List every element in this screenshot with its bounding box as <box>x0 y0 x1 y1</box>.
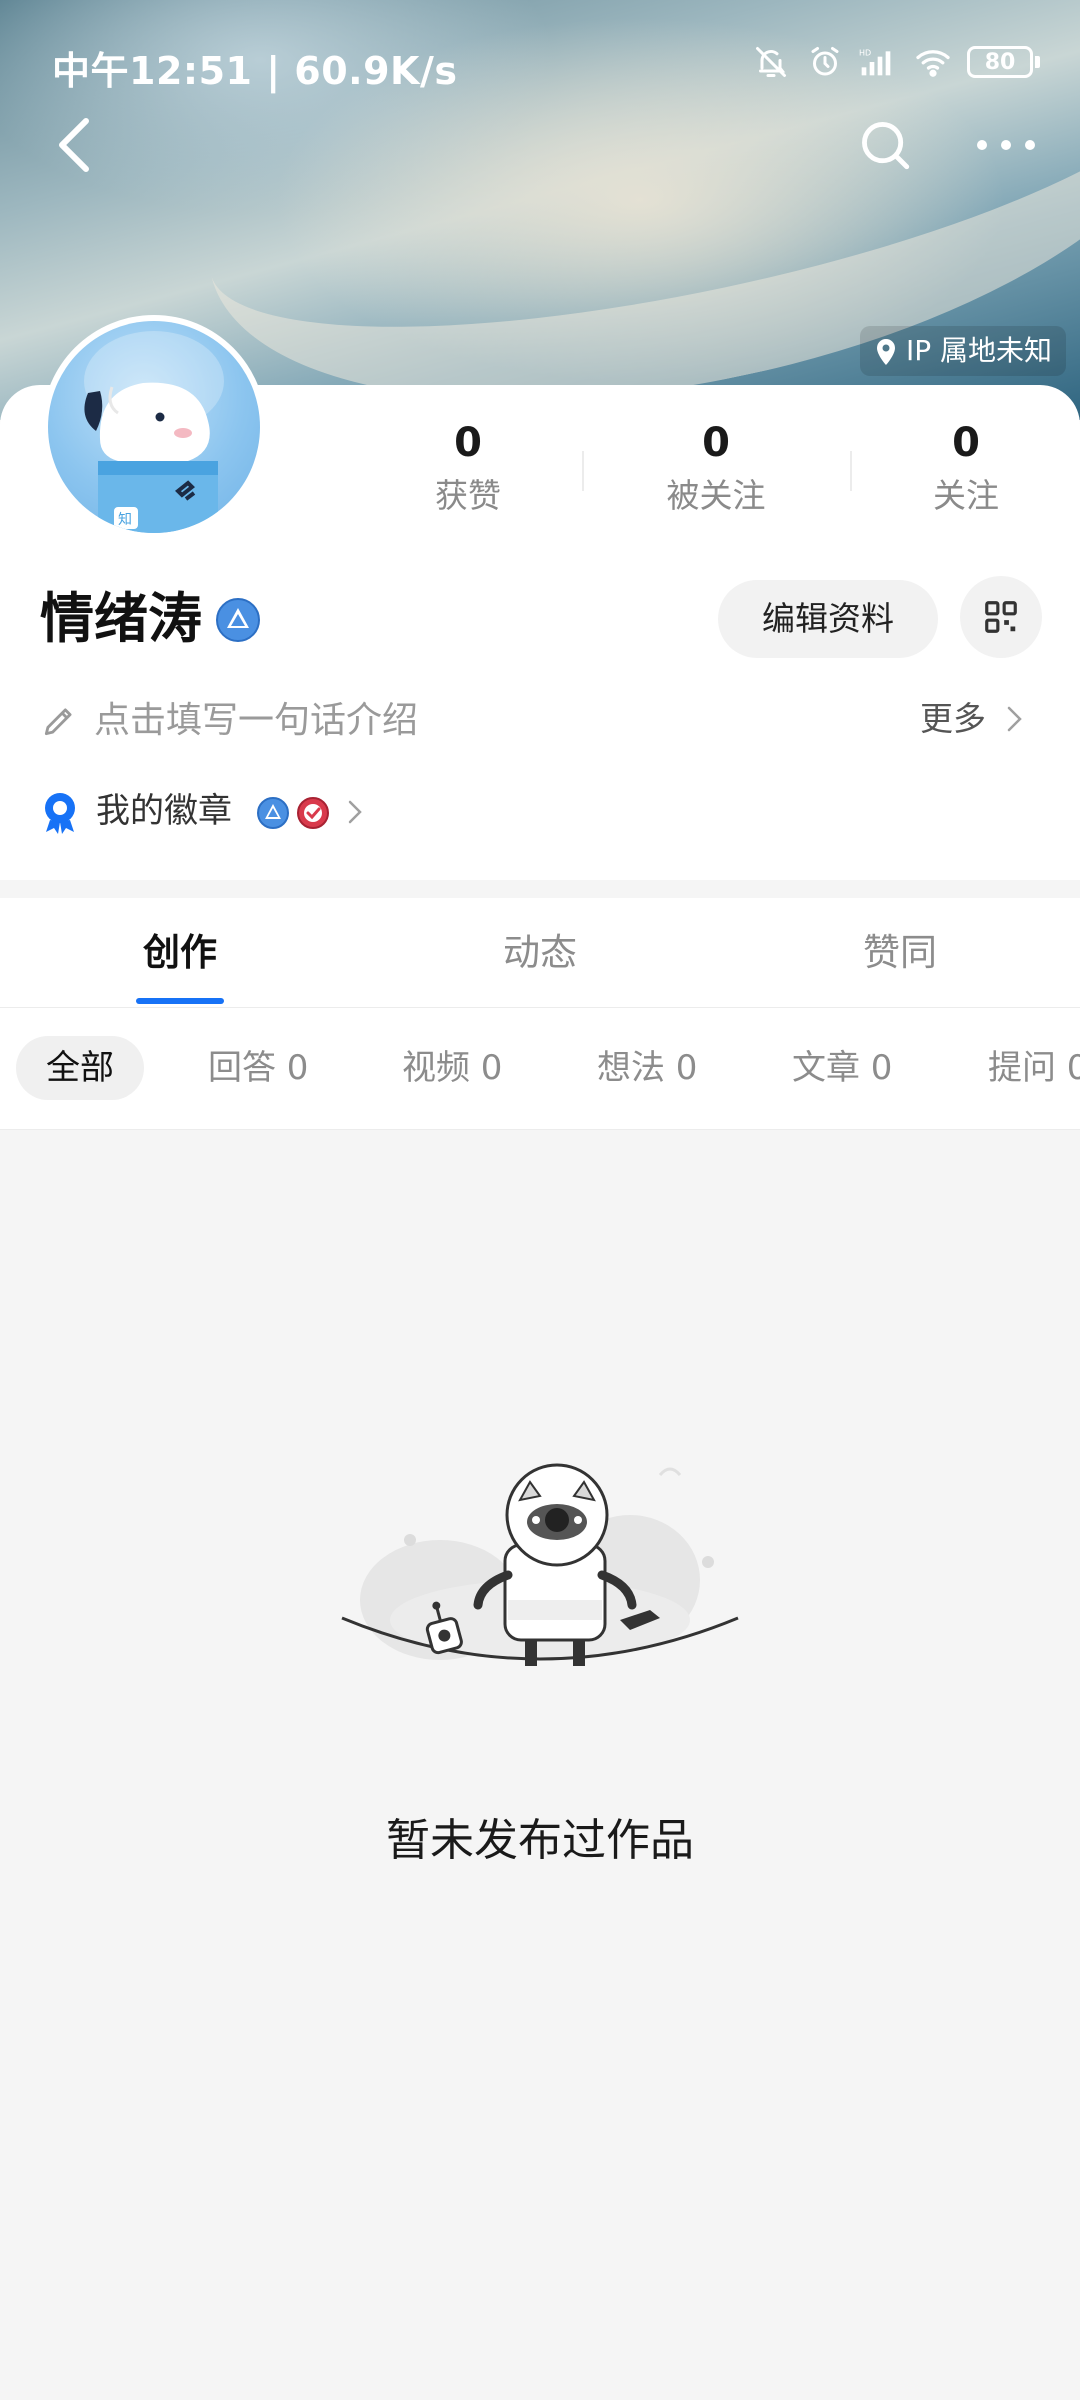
my-badges-label: 我的徽章 <box>96 791 232 831</box>
status-icons: HD 80 <box>751 42 1040 82</box>
badge-ribbon-icon <box>45 793 75 834</box>
pencil-icon <box>44 708 72 736</box>
verified-badge-icon <box>297 797 329 829</box>
stat-divider <box>850 451 852 491</box>
avatar-image: 知 <box>48 321 260 533</box>
battery-indicator: 80 <box>967 46 1040 78</box>
stat-followers-count: 0 <box>702 420 730 466</box>
status-bar: 中午12:51 | 60.9K/s HD 80 <box>0 36 1080 93</box>
stat-divider <box>582 451 584 491</box>
search-icon <box>862 122 910 170</box>
svg-text:HD: HD <box>859 48 871 57</box>
level-badge-icon[interactable] <box>214 596 262 644</box>
my-badges-row[interactable]: 我的徽章 <box>40 780 440 842</box>
chevron-right-icon <box>1007 706 1022 732</box>
filter-all[interactable]: 全部 <box>16 1036 144 1100</box>
filter-chips: 全部 回答 0 视频 0 想法 0 文章 0 提问 0 <box>0 1008 1080 1130</box>
tab-activity[interactable]: 动态 <box>360 898 720 1008</box>
ip-location-text: IP 属地未知 <box>905 334 1052 367</box>
more-info-link[interactable]: 更多 <box>920 688 986 750</box>
stat-likes[interactable]: 0 获赞 <box>368 415 568 521</box>
profile-stats: 0 获赞 0 被关注 0 关注 <box>340 415 1080 535</box>
filter-articles[interactable]: 文章 0 <box>792 1036 892 1100</box>
level-badge-icon <box>257 797 289 829</box>
more-dots-icon <box>977 140 1035 150</box>
stat-followers[interactable]: 0 被关注 <box>616 415 816 521</box>
battery-level: 80 <box>967 46 1033 78</box>
filter-videos[interactable]: 视频 0 <box>402 1036 502 1100</box>
wifi-icon <box>913 42 953 82</box>
empty-state-illustration <box>330 1450 750 1680</box>
filter-answers[interactable]: 回答 0 <box>208 1036 308 1100</box>
status-time: 中午12:51 | 60.9K/s <box>52 49 458 93</box>
tab-creations[interactable]: 创作 <box>0 898 360 1008</box>
chevron-left-icon <box>59 118 89 172</box>
tab-upvotes[interactable]: 赞同 <box>720 898 1080 1008</box>
location-pin-icon <box>876 339 895 365</box>
alarm-icon <box>805 42 845 82</box>
empty-state-message: 暂未发布过作品 <box>386 1815 694 1866</box>
active-tab-indicator <box>136 998 224 1004</box>
stat-likes-count: 0 <box>454 420 482 466</box>
more-options-button[interactable] <box>966 110 1046 180</box>
profile-name: 情绪涛 <box>40 587 202 650</box>
signal-icon: HD <box>859 42 899 82</box>
intro-field[interactable]: 点击填写一句话介绍 <box>40 690 1040 752</box>
mascot-icon: 知 <box>84 331 224 533</box>
stat-followers-label: 被关注 <box>666 476 766 515</box>
qr-code-button[interactable] <box>960 576 1042 658</box>
chevron-right-icon <box>348 800 362 824</box>
svg-text:知: 知 <box>118 511 132 528</box>
ip-location-badge: IP 属地未知 <box>859 326 1066 376</box>
back-button[interactable] <box>44 110 104 180</box>
stat-likes-label: 获赞 <box>435 476 501 515</box>
mute-bell-icon <box>751 42 791 82</box>
stat-following[interactable]: 0 关注 <box>866 415 1066 521</box>
content-tabs: 创作 动态 赞同 <box>0 898 1080 1008</box>
intro-placeholder: 点击填写一句话介绍 <box>94 700 419 741</box>
filter-questions[interactable]: 提问 0 <box>988 1036 1080 1100</box>
empty-mascot-icon <box>341 1463 739 1666</box>
filter-thoughts[interactable]: 想法 0 <box>597 1036 697 1100</box>
avatar[interactable]: 知 <box>42 315 266 539</box>
qr-code-icon <box>985 601 1017 633</box>
edit-profile-button[interactable]: 编辑资料 <box>718 580 938 658</box>
stat-following-count: 0 <box>952 420 980 466</box>
stat-following-label: 关注 <box>933 476 999 515</box>
search-button[interactable] <box>850 110 920 180</box>
